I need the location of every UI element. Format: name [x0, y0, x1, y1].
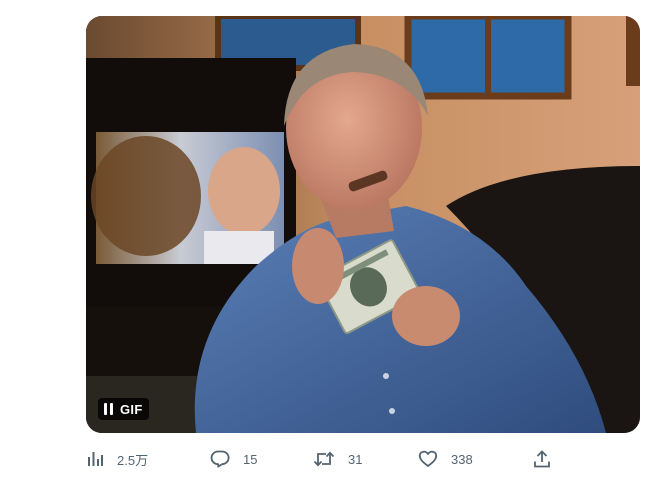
retweet-button[interactable]: 31 — [313, 446, 362, 472]
tweet-action-bar: 2.5万 15 31 338 — [86, 446, 566, 472]
heart-icon — [418, 450, 438, 467]
gif-media[interactable]: GIF — [86, 16, 640, 433]
retweet-count: 31 — [348, 451, 363, 467]
upload-arrow-icon — [534, 450, 550, 468]
speech-bubble-icon — [210, 450, 230, 468]
tweet-media-region: GIF 2.5万 15 31 338 — [0, 0, 660, 481]
views-count: 2.5万 — [117, 452, 149, 468]
gif-label: GIF — [120, 401, 143, 417]
share-button[interactable] — [532, 446, 552, 472]
reply-button[interactable]: 15 — [210, 446, 257, 472]
pause-icon — [104, 403, 113, 415]
retweet-arrows-icon — [313, 451, 335, 467]
like-count: 338 — [451, 451, 473, 467]
reply-count: 15 — [243, 451, 258, 467]
bar-chart-icon — [88, 452, 103, 466]
like-button[interactable]: 338 — [418, 446, 473, 472]
gif-frame-illustration — [86, 16, 640, 433]
views-button[interactable]: 2.5万 — [86, 446, 148, 472]
gif-pause-button[interactable]: GIF — [98, 398, 149, 420]
